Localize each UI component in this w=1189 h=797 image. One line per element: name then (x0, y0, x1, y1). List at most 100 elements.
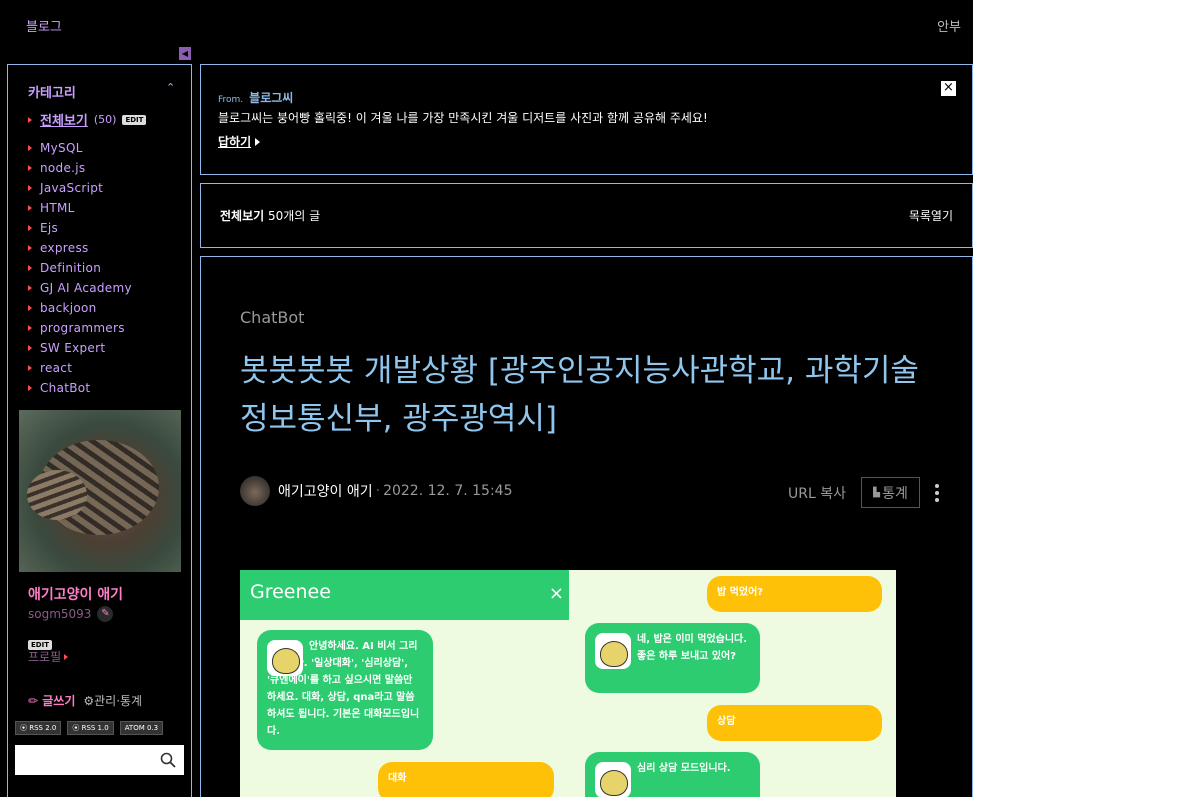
post-author[interactable]: 애기고양이 애기 (278, 481, 373, 501)
red-arrow-icon (28, 385, 32, 391)
category-item-label: programmers (40, 321, 125, 335)
bot-avatar-icon (267, 640, 303, 676)
red-arrow-icon (28, 345, 32, 351)
post-actions: URL 복사 ▙ 통계 (788, 477, 939, 508)
red-arrow-icon (64, 653, 69, 660)
close-icon[interactable]: × (941, 81, 956, 96)
category-item-label: Definition (40, 261, 102, 275)
post-list-bar: 전체보기 50개의 글 목록열기 (200, 183, 973, 248)
admin-stats-link[interactable]: ⚙관리·통계 (83, 692, 142, 709)
post-title: 봇봇봇봇 개발상황 [광주인공지능사관학교, 과학기술정보통신부, 광주광역시] (240, 353, 919, 437)
notice-reply-button[interactable]: 답하기 (218, 133, 261, 150)
category-toggle-icon[interactable]: ⌃ (166, 81, 175, 94)
notice-reply-label: 답하기 (218, 135, 252, 149)
chatbot-screenshot-image: Greenee × 안녕하세요. AI 비서 그리니입니다. '일상대화', '… (240, 570, 896, 797)
red-arrow-icon (28, 116, 32, 123)
category-item-label: GJ AI Academy (40, 281, 132, 295)
rss-label: RSS 2.0 (29, 724, 57, 732)
category-item[interactable]: node.js (28, 158, 132, 178)
search-input[interactable] (15, 745, 184, 775)
category-all[interactable]: 전체보기 (50) EDIT (28, 110, 147, 129)
post-category[interactable]: ChatBot (240, 308, 304, 327)
post-meta: 애기고양이 애기 · 2022. 12. 7. 15:45 (240, 476, 512, 506)
url-copy-button[interactable]: URL 복사 (788, 483, 846, 503)
rss-label: RSS 1.0 (81, 724, 109, 732)
profile-image[interactable] (19, 410, 181, 572)
chat-message-text: 네, 밥은 이미 먹었습니다. 좋은 하루 보내고 있어? (637, 634, 748, 662)
cat-photo-shape (27, 470, 87, 520)
category-item[interactable]: MySQL (28, 138, 132, 158)
category-all-label[interactable]: 전체보기 (40, 110, 88, 129)
stats-label: 통계 (882, 485, 908, 502)
open-list-button[interactable]: 목록열기 (909, 207, 953, 224)
category-item-label: Ejs (40, 221, 59, 235)
write-admin-row: ✏ 글쓰기 ⚙관리·통계 (28, 692, 142, 709)
category-item-label: express (40, 241, 89, 255)
guestbook-link[interactable]: 안부 (937, 16, 961, 35)
chat-bubble-user: 상담 (707, 705, 882, 741)
red-arrow-icon (28, 185, 32, 191)
red-arrow-icon (28, 245, 32, 251)
profile-link-label: 프로필 (28, 650, 62, 664)
red-arrow-icon (28, 225, 32, 231)
list-post-count: 50개의 글 (268, 209, 321, 223)
bar-chart-icon: ▙ (873, 487, 881, 498)
profile-id: sogm5093 (28, 607, 92, 621)
category-item[interactable]: SW Expert (28, 338, 132, 358)
category-item[interactable]: backjoon (28, 298, 132, 318)
red-arrow-icon (28, 145, 32, 151)
notice-text: 블로그씨는 붕어빵 홀릭중! 이 겨울 나를 가장 만족시킨 겨울 디저트를 사… (218, 111, 708, 125)
category-item[interactable]: ChatBot (28, 378, 132, 398)
admin-stats-label: 관리·통계 (94, 694, 143, 708)
category-item-label: node.js (40, 161, 86, 175)
chat-header: Greenee × (240, 570, 569, 620)
category-item[interactable]: Definition (28, 258, 132, 278)
category-item[interactable]: express (28, 238, 132, 258)
rss10-button[interactable]: ⦿ RSS 1.0 (67, 721, 114, 735)
chat-message-text: 밥 먹었어? (717, 587, 764, 598)
category-list: MySQL node.js JavaScript HTML Ejs expres… (28, 138, 132, 398)
atom-button[interactable]: ATOM 0.3 (119, 721, 164, 735)
category-item-label: backjoon (40, 301, 97, 315)
red-arrow-icon (28, 325, 32, 331)
notice-source[interactable]: 블로그씨 (249, 89, 293, 106)
sidebar-collapse-icon[interactable]: ◀ (179, 47, 191, 60)
pencil-icon[interactable]: ✎ (97, 606, 114, 622)
profile-name: 애기고양이 애기 (28, 587, 124, 603)
red-arrow-icon (28, 165, 32, 171)
rss-label: ATOM 0.3 (124, 724, 159, 732)
category-item-label: ChatBot (40, 381, 91, 395)
bot-avatar-icon (595, 633, 631, 669)
search-icon[interactable] (160, 752, 176, 768)
category-edit-button[interactable]: EDIT (122, 114, 147, 125)
chat-bubble-bot: 네, 밥은 이미 먹었습니다. 좋은 하루 보내고 있어? (585, 623, 760, 693)
stats-button[interactable]: ▙ 통계 (861, 477, 920, 508)
play-arrow-icon (255, 137, 261, 146)
rss-row: ⦿ RSS 2.0 ⦿ RSS 1.0 ATOM 0.3 (15, 721, 164, 735)
category-item[interactable]: Ejs (28, 218, 132, 238)
category-item[interactable]: HTML (28, 198, 132, 218)
chat-message-text: 대화 (388, 773, 407, 784)
chat-bubble-user: 밥 먹었어? (707, 576, 882, 612)
blog-title-link[interactable]: 블로그 (26, 16, 62, 35)
red-arrow-icon (28, 285, 32, 291)
rss20-button[interactable]: ⦿ RSS 2.0 (15, 721, 62, 735)
category-item[interactable]: react (28, 358, 132, 378)
chat-message-text: 상담 (717, 716, 736, 727)
blog-notice-box: From. 블로그씨 블로그씨는 붕어빵 홀릭중! 이 겨울 나를 가장 만족시… (200, 64, 973, 175)
write-post-button[interactable]: ✏ 글쓰기 (28, 692, 75, 709)
sidebar: 카테고리 ⌃ 전체보기 (50) EDIT MySQL node.js Java… (7, 64, 192, 797)
category-item[interactable]: GJ AI Academy (28, 278, 132, 298)
red-arrow-icon (28, 365, 32, 371)
chat-bubble-bot: 안녕하세요. AI 비서 그리니입니다. '일상대화', '심리상담', '큐엔… (257, 630, 433, 750)
category-item-label: react (40, 361, 73, 375)
avatar[interactable] (240, 476, 270, 506)
profile-id-row: sogm5093 ✎ (28, 606, 114, 622)
category-item[interactable]: programmers (28, 318, 132, 338)
category-item-label: SW Expert (40, 341, 106, 355)
category-item[interactable]: JavaScript (28, 178, 132, 198)
profile-link[interactable]: 프로필 (28, 648, 69, 665)
list-title-label: 전체보기 (220, 209, 265, 223)
more-options-icon[interactable] (935, 483, 939, 502)
notice-from-prefix: From. (218, 95, 244, 105)
